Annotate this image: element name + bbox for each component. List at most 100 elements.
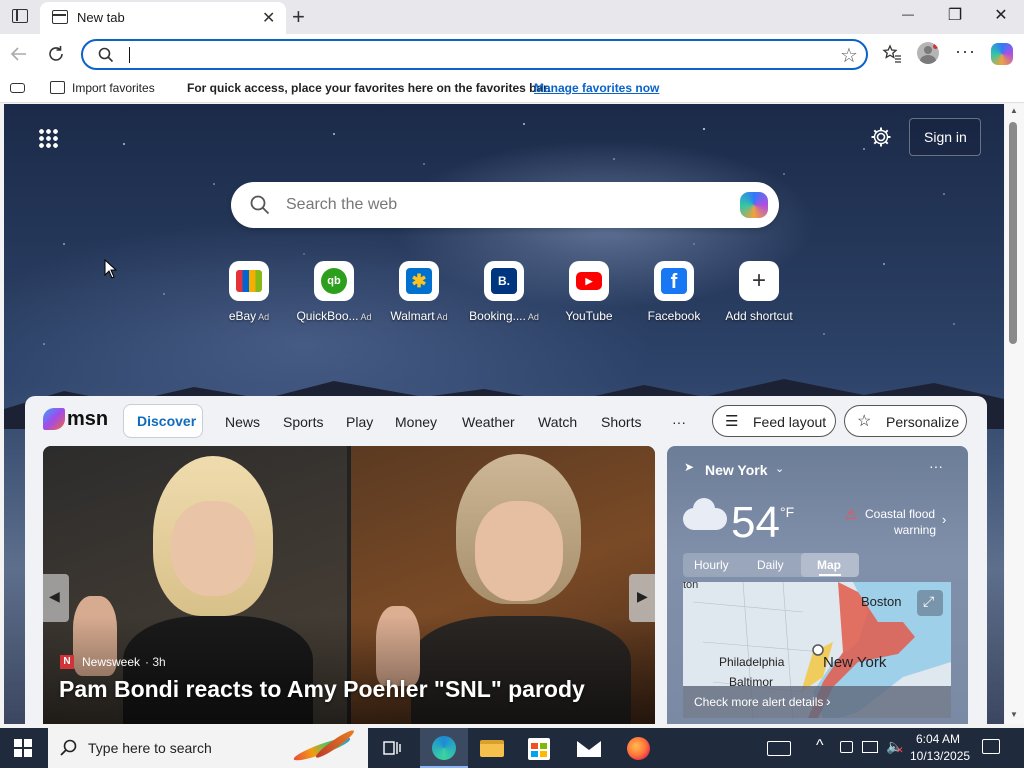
- tab-money[interactable]: Money: [395, 414, 437, 430]
- import-favorites-button[interactable]: Import favorites: [72, 81, 155, 95]
- tab-actions-icon[interactable]: [12, 9, 28, 23]
- web-search-placeholder: Search the web: [286, 196, 398, 213]
- alert-line-1[interactable]: Coastal flood: [865, 507, 935, 521]
- minimize-button[interactable]: —: [893, 7, 923, 21]
- feed-layout-button[interactable]: ☰ Feed layout: [712, 405, 836, 437]
- weather-map[interactable]: ton Boston Philadelphia New York Baltimo…: [683, 582, 951, 718]
- close-window-button[interactable]: ✕: [986, 5, 1016, 25]
- add-shortcut-button[interactable]: + Add shortcut: [719, 261, 799, 323]
- youtube-glyph: ▶: [576, 272, 602, 290]
- carousel-next-button[interactable]: ▶: [629, 574, 655, 622]
- shortcut-quickbooks[interactable]: qb QuickBoo... Ad: [294, 261, 374, 323]
- tab-sports[interactable]: Sports: [283, 414, 323, 430]
- shortcut-label: YouTube: [565, 309, 613, 323]
- tab-new-tab[interactable]: New tab ✕: [40, 2, 286, 34]
- chevron-right-icon[interactable]: ›: [942, 512, 946, 527]
- store-icon[interactable]: [528, 738, 550, 760]
- warning-icon: ⚠: [845, 506, 858, 522]
- favorites-icon[interactable]: [882, 44, 902, 64]
- quickbooks-icon: qb: [314, 261, 354, 301]
- address-bar[interactable]: ☆: [81, 39, 868, 70]
- tab-news[interactable]: News: [225, 414, 260, 430]
- task-view-icon[interactable]: [383, 739, 401, 757]
- scrollbar-thumb[interactable]: [1009, 122, 1017, 344]
- favorites-bar: Import favorites For quick access, place…: [0, 74, 1024, 103]
- tab-watch[interactable]: Watch: [538, 414, 577, 430]
- personalize-button[interactable]: ☆ Personalize: [844, 405, 967, 437]
- settings-gear-icon[interactable]: [870, 126, 892, 148]
- weather-card[interactable]: ➤ New York ⌄ ··· 54 °F ⚠ Coastal flood w…: [667, 446, 968, 724]
- refresh-icon[interactable]: [47, 45, 65, 63]
- copilot-icon[interactable]: [991, 43, 1013, 65]
- back-icon[interactable]: [10, 45, 28, 63]
- clock-date[interactable]: 10/13/2025: [910, 749, 970, 763]
- personalize-label: Personalize: [886, 414, 960, 430]
- tab-daily[interactable]: Daily: [757, 558, 784, 572]
- hero-headline[interactable]: Pam Bondi reacts to Amy Poehler "SNL" pa…: [59, 676, 585, 703]
- shortcut-booking[interactable]: B. Booking.... Ad: [464, 261, 544, 323]
- ad-badge: Ad: [436, 312, 448, 322]
- profile-avatar[interactable]: [917, 42, 939, 64]
- alert-line-2[interactable]: warning: [894, 523, 936, 537]
- booking-icon: B.: [484, 261, 524, 301]
- tab-discover-label: Discover: [137, 413, 197, 429]
- shortcut-youtube[interactable]: ▶ YouTube: [549, 261, 629, 323]
- expand-map-button[interactable]: ⤢: [917, 590, 943, 616]
- new-tab-page: Sign in Search the web eBay Ad qb QuickBo…: [4, 104, 1004, 724]
- plus-glyph: +: [751, 267, 766, 294]
- clock-time[interactable]: 6:04 AM: [916, 732, 960, 746]
- close-tab-icon[interactable]: ✕: [262, 8, 275, 28]
- meet-now-icon[interactable]: [840, 741, 853, 753]
- restore-button[interactable]: ❐: [940, 5, 970, 25]
- mute-x-icon: ✕: [896, 745, 904, 755]
- chevron-down-icon[interactable]: ⌄: [775, 462, 784, 475]
- manage-favorites-link[interactable]: Manage favorites now: [534, 81, 659, 95]
- windows-start-icon[interactable]: [14, 739, 32, 757]
- map-label-philadelphia: Philadelphia: [719, 655, 785, 669]
- alert-details-bar[interactable]: Check more alert details ›: [683, 686, 951, 718]
- shortcut-label: Add shortcut: [725, 309, 793, 323]
- reading-view-icon[interactable]: [10, 83, 25, 93]
- tab-weather[interactable]: Weather: [462, 414, 515, 430]
- copilot-icon[interactable]: [740, 192, 768, 218]
- weather-location[interactable]: New York: [705, 462, 768, 478]
- file-explorer-icon[interactable]: [480, 740, 504, 757]
- sign-in-button[interactable]: Sign in: [909, 118, 981, 156]
- shortcut-facebook[interactable]: f Facebook: [634, 261, 714, 323]
- mail-icon[interactable]: [577, 741, 601, 757]
- web-search-box[interactable]: Search the web: [231, 182, 779, 228]
- favorite-star-icon[interactable]: ☆: [840, 43, 858, 68]
- chevron-up-icon[interactable]: ^: [816, 737, 824, 755]
- shortcut-label: Facebook: [647, 309, 701, 323]
- star-field: [43, 123, 955, 345]
- more-tabs-icon[interactable]: ···: [672, 414, 686, 430]
- shortcut-label: eBay: [228, 309, 257, 323]
- tab-hourly[interactable]: Hourly: [694, 558, 729, 572]
- hero-article-card[interactable]: ◀ ▶ N Newsweek · 3h Pam Bondi reacts to …: [43, 446, 655, 724]
- hero-gradient: [43, 616, 655, 724]
- edge-taskbar-button[interactable]: [420, 728, 468, 768]
- new-tab-page-icon: [52, 10, 68, 24]
- firefox-icon[interactable]: [627, 737, 650, 760]
- shortcut-ebay[interactable]: eBay Ad: [209, 261, 289, 323]
- settings-more-icon[interactable]: ···: [955, 41, 976, 62]
- toolbar: ☆ ···: [0, 34, 1024, 74]
- input-indicator-icon[interactable]: [767, 741, 791, 756]
- tab-discover[interactable]: Discover: [123, 404, 203, 438]
- tab-shorts[interactable]: Shorts: [601, 414, 641, 430]
- carousel-prev-button[interactable]: ◀: [43, 574, 69, 622]
- shortcut-walmart[interactable]: ✱ Walmart Ad: [379, 261, 459, 323]
- apps-launcher-icon[interactable]: [38, 128, 58, 148]
- import-icon: [50, 81, 65, 94]
- plus-icon: +: [739, 261, 779, 301]
- new-tab-button[interactable]: +: [292, 4, 305, 30]
- notification-icon[interactable]: [982, 739, 1000, 754]
- network-icon[interactable]: [862, 741, 878, 753]
- tab-play[interactable]: Play: [346, 414, 373, 430]
- search-highlight-graphic: [292, 727, 362, 764]
- msn-logo[interactable]: msn: [43, 406, 113, 434]
- tab-map[interactable]: Map: [801, 553, 859, 577]
- cloud-icon: [683, 498, 727, 530]
- taskbar-search-box[interactable]: Type here to search: [48, 727, 368, 768]
- weather-more-icon[interactable]: ···: [929, 458, 943, 474]
